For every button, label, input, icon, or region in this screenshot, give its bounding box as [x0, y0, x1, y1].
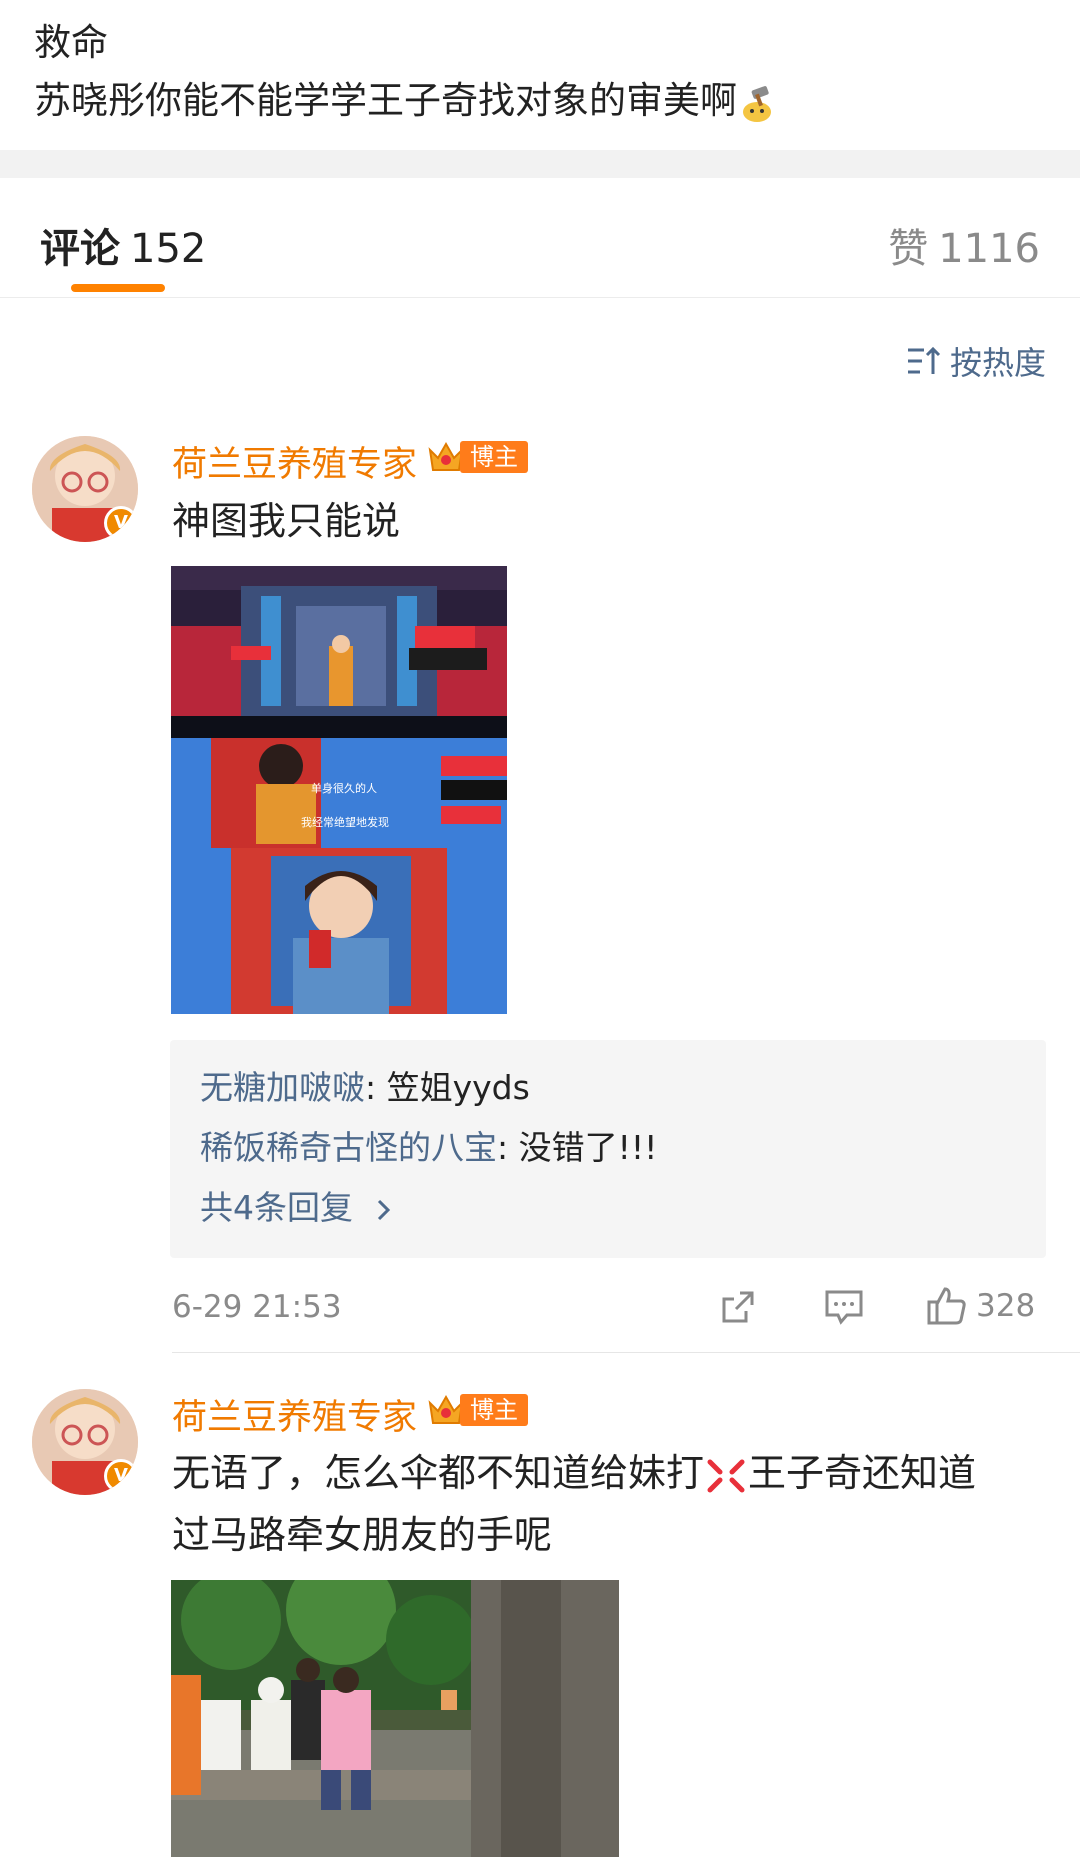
reply-username[interactable]: 稀饭稀奇古怪的八宝 [200, 1128, 497, 1167]
share-icon [722, 1291, 754, 1323]
comment-separator [172, 1352, 1080, 1353]
sort-icon [907, 346, 941, 374]
tab-comments-count: 152 [130, 226, 207, 272]
comment-tabs: 评论 152 赞 1116 [0, 178, 1080, 298]
comment-username[interactable]: 荷兰豆养殖专家 [172, 1389, 417, 1440]
comment-meta: 6-29 21:53 328 [172, 1283, 1048, 1333]
author-badge: 博主 [426, 438, 528, 476]
verified-badge: V [104, 1459, 138, 1493]
sort-by-hot-button[interactable]: 按热度 [906, 338, 1046, 384]
comment-text-part-2: 王子奇还知道 [748, 1451, 977, 1495]
comment-text: 无语了，怎么伞都不知道给妹打 王子奇还知道 过马路牵女朋友的手呢 [172, 1442, 1052, 1566]
angry-emoji-icon [707, 1459, 745, 1492]
post-line-2: 苏晓彤你能不能学学王子奇找对象的审美啊 [34, 72, 1044, 130]
more-replies-label: 共4条回复 [200, 1188, 353, 1227]
author-badge-label: 博主 [460, 441, 528, 473]
comment-text-part-1: 无语了，怎么伞都不知道给妹打 [172, 1451, 705, 1495]
more-replies-link[interactable]: 共4条回复 [200, 1178, 1016, 1238]
comment-time: 6-29 21:53 [172, 1289, 342, 1325]
like-count: 328 [976, 1288, 1036, 1324]
comment-image[interactable]: 单身很久的人 我经常绝望地发现 [171, 566, 507, 1014]
avatar[interactable]: V [32, 436, 138, 542]
section-divider [0, 150, 1080, 178]
avatar[interactable]: V [32, 1389, 138, 1495]
author-badge-label: 博主 [460, 1394, 528, 1426]
comment-image[interactable] [171, 1580, 619, 1857]
sort-label: 按热度 [949, 344, 1046, 382]
reply-username[interactable]: 无糖加啵啵 [200, 1068, 365, 1107]
reply-item: 稀饭稀奇古怪的八宝: 没错了!!! [200, 1118, 1016, 1178]
tab-comments[interactable]: 评论 152 [40, 216, 206, 274]
comment-text-part-3: 过马路牵女朋友的手呢 [172, 1513, 553, 1557]
share-button[interactable] [718, 1287, 758, 1331]
tab-likes[interactable]: 赞 1116 [888, 216, 1040, 274]
comment-text: 神图我只能说 [172, 499, 401, 543]
reply-text: : 没错了!!! [497, 1128, 658, 1167]
post-body: 救命 苏晓彤你能不能学学王子奇找对象的审美啊 [34, 14, 1044, 130]
verified-badge: V [104, 506, 138, 540]
active-tab-indicator [71, 284, 165, 292]
tab-comments-label: 评论 [40, 226, 120, 272]
tab-likes-label: 赞 [888, 226, 929, 272]
post-line-1: 救命 [34, 21, 108, 64]
author-badge: 博主 [426, 1391, 528, 1429]
reply-text: : 笠姐yyds [365, 1068, 530, 1107]
reply-item: 无糖加啵啵: 笠姐yyds [200, 1058, 1016, 1118]
tab-likes-count: 1116 [938, 226, 1040, 272]
post-line-2-text: 苏晓彤你能不能学学王子奇找对象的审美啊 [34, 79, 737, 122]
hammer-emoji-icon [737, 83, 777, 123]
thumbs-up-icon [927, 1287, 966, 1325]
comment-username[interactable]: 荷兰豆养殖专家 [172, 436, 417, 487]
image-caption-2: 我经常绝望地发现 [301, 815, 389, 829]
comment-icon [825, 1290, 863, 1325]
image-caption-1: 单身很久的人 [311, 781, 377, 795]
replies-box[interactable]: 无糖加啵啵: 笠姐yyds 稀饭稀奇古怪的八宝: 没错了!!! 共4条回复 [170, 1040, 1046, 1258]
chevron-right-icon [377, 1199, 390, 1220]
like-button[interactable]: 328 [926, 1285, 1035, 1327]
reply-button[interactable] [824, 1289, 864, 1329]
